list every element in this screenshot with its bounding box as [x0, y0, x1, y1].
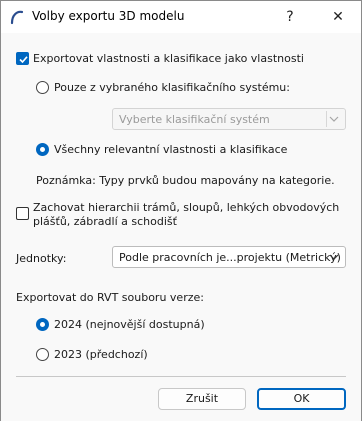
units-select[interactable]: Podle pracovních je...projektu (Metrický…	[112, 246, 346, 268]
rvt-2023-label[interactable]: 2023 (předchozí)	[54, 348, 148, 361]
close-button[interactable]: ✕	[315, 1, 361, 33]
title-bar[interactable]: Volby exportu 3D modelu ? ✕	[1, 1, 361, 33]
classification-system-placeholder: Vyberte klasifikační systém	[119, 113, 270, 126]
dialog-content: Exportovat vlastnosti a klasifikace jako…	[1, 33, 361, 421]
chevron-down-icon	[329, 116, 339, 122]
selected-system-label[interactable]: Pouze z vybraného klasifikačního systému…	[54, 81, 290, 94]
rvt-2023-radio[interactable]	[36, 348, 49, 361]
help-button[interactable]: ?	[267, 1, 313, 33]
help-icon: ?	[286, 9, 294, 25]
rvt-2024-label[interactable]: 2024 (nejnovější dostupná)	[54, 318, 205, 331]
cancel-button[interactable]: Zrušit	[158, 388, 246, 410]
close-icon: ✕	[332, 9, 344, 25]
classification-system-select[interactable]: Vyberte klasifikační systém	[112, 108, 346, 130]
export-3d-options-dialog: Volby exportu 3D modelu ? ✕ Exportovat v…	[0, 0, 362, 421]
rvt-version-heading: Exportovat do RVT souboru verze:	[16, 291, 204, 304]
keep-hierarchy-label-line1[interactable]: Zachovat hierarchii trámů, sloupů, lehký…	[33, 201, 339, 214]
units-value: Podle pracovních je...projektu (Metrický…	[119, 251, 341, 264]
all-properties-label[interactable]: Všechny relevantní vlastnosti a klasifik…	[54, 143, 287, 156]
footer-divider	[16, 376, 346, 377]
units-label: Jednotky:	[16, 252, 67, 265]
ok-button[interactable]: OK	[257, 388, 346, 410]
export-properties-label[interactable]: Exportovat vlastnosti a klasifikace jako…	[33, 52, 304, 65]
selected-system-radio[interactable]	[36, 81, 49, 94]
keep-hierarchy-checkbox[interactable]	[16, 207, 29, 220]
app-arc-icon	[10, 10, 24, 25]
window-title: Volby exportu 3D modelu	[32, 9, 185, 23]
keep-hierarchy-label-line2[interactable]: plášťů, zábradlí a schodišť	[33, 215, 177, 228]
checkmark-icon	[19, 56, 28, 64]
select-divider	[326, 111, 327, 127]
all-properties-radio[interactable]	[36, 143, 49, 156]
export-properties-checkbox[interactable]	[16, 52, 29, 65]
chevron-down-icon	[329, 254, 339, 260]
note-text: Poznámka: Typy prvků budou mapovány na k…	[36, 174, 335, 187]
rvt-2024-radio[interactable]	[36, 318, 49, 331]
